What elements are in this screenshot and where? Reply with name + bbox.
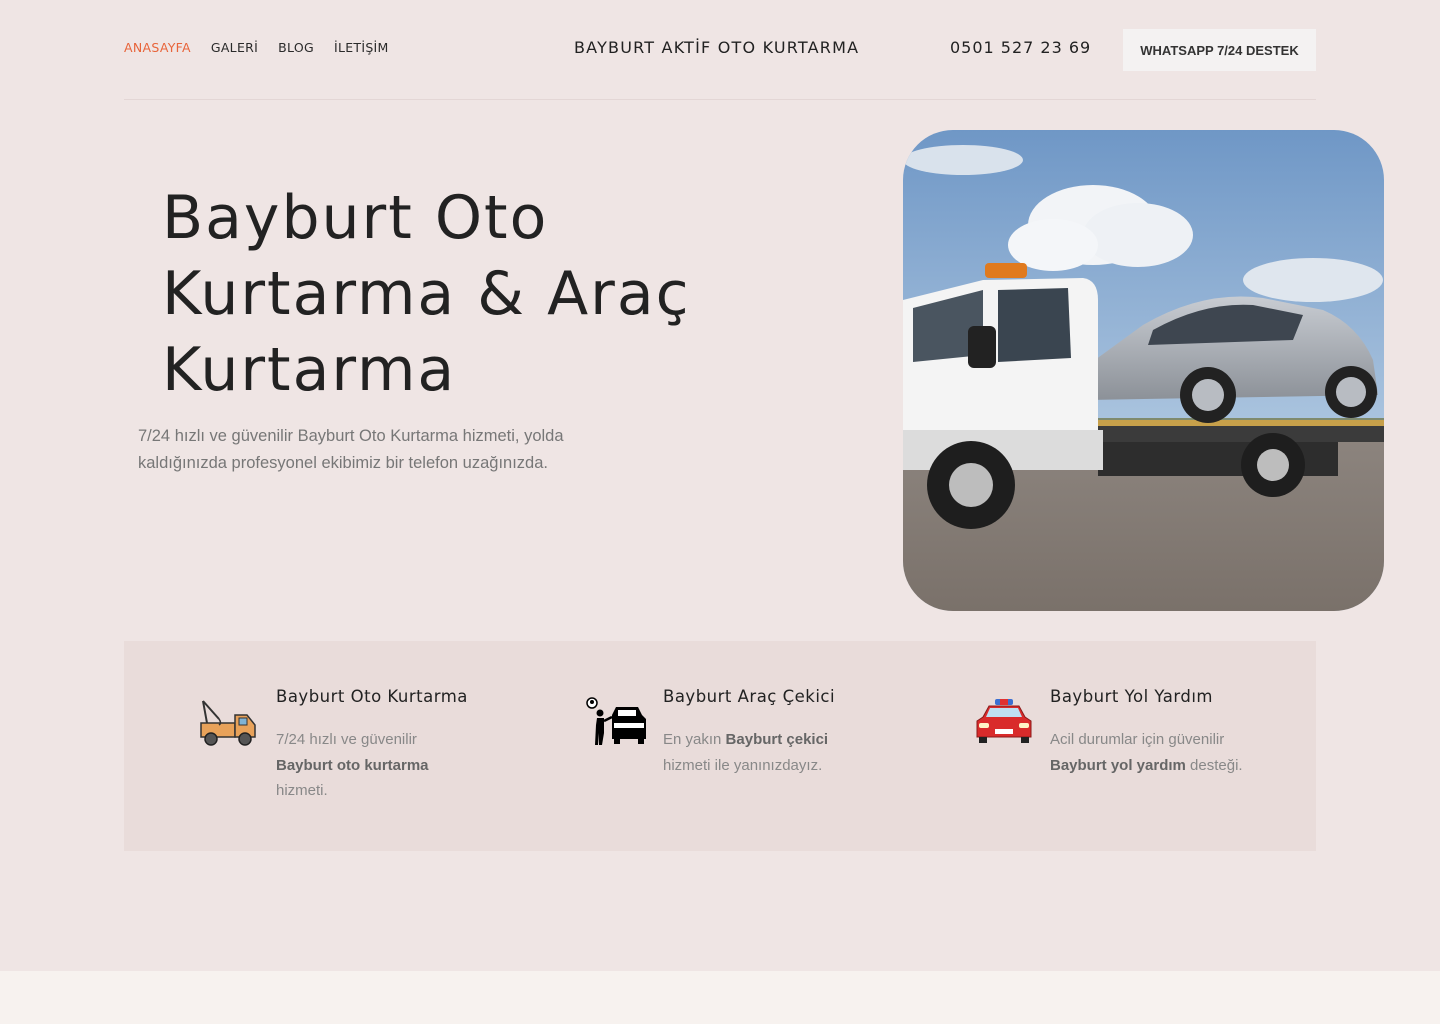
nav-item-blog[interactable]: BLOG bbox=[278, 40, 314, 55]
feature-desc-post: hizmeti. bbox=[276, 782, 328, 799]
site-brand[interactable]: BAYBURT AKTİF OTO KURTARMA bbox=[574, 38, 859, 57]
main-nav: ANASAYFA GALERİ BLOG İLETİŞİM bbox=[124, 40, 389, 55]
nav-item-home[interactable]: ANASAYFA bbox=[124, 40, 191, 55]
hero-title-line-2: Kurtarma & Araç bbox=[162, 259, 691, 329]
hero-title-line-1: Bayburt Oto bbox=[162, 183, 549, 253]
next-section-strip bbox=[0, 971, 1440, 1024]
hero-title: Bayburt Oto Kurtarma & Araç Kurtarma bbox=[162, 180, 782, 408]
feature-desc-post: hizmeti ile yanınızdayız. bbox=[663, 756, 823, 774]
nav-item-gallery[interactable]: GALERİ bbox=[211, 40, 258, 55]
hero-title-line-3: Kurtarma bbox=[162, 335, 457, 405]
feature-desc-pre: 7/24 hızlı ve güvenilir bbox=[276, 731, 417, 748]
tow-truck-icon bbox=[200, 700, 256, 746]
feature-description: Acil durumlar için güvenilir Bayburt yol… bbox=[1050, 727, 1250, 778]
feature-description: En yakın Bayburt çekici hizmeti ile yanı… bbox=[663, 727, 863, 778]
feature-desc-bold: Bayburt oto kurtarma bbox=[276, 756, 429, 774]
car-driver-icon bbox=[586, 697, 646, 745]
feature-desc-bold: Bayburt yol yardım bbox=[1050, 756, 1186, 774]
site-header: ANASAYFA GALERİ BLOG İLETİŞİM BAYBURT AK… bbox=[124, 0, 1316, 100]
feature-desc-bold: Bayburt çekici bbox=[725, 731, 829, 748]
nav-item-contact[interactable]: İLETİŞİM bbox=[334, 40, 389, 55]
feature-title: Bayburt Oto Kurtarma bbox=[276, 687, 468, 706]
feature-desc-post: desteği. bbox=[1185, 756, 1243, 774]
feature-desc-pre: En yakın bbox=[663, 731, 726, 748]
feature-desc-pre: Acil durumlar için güvenilir bbox=[1050, 731, 1225, 748]
hero-tow-truck-image bbox=[903, 130, 1384, 611]
feature-title: Bayburt Araç Çekici bbox=[663, 687, 836, 706]
phone-number[interactable]: 0501 527 23 69 bbox=[950, 38, 1091, 57]
features-panel: Bayburt Oto Kurtarma 7/24 hızlı ve güven… bbox=[124, 641, 1316, 851]
feature-description: 7/24 hızlı ve güvenilir Bayburt oto kurt… bbox=[276, 727, 476, 804]
emergency-car-icon bbox=[976, 699, 1032, 743]
whatsapp-support-button[interactable]: WHATSAPP 7/24 DESTEK bbox=[1123, 29, 1316, 71]
hero-subtitle: 7/24 hızlı ve güvenilir Bayburt Oto Kurt… bbox=[138, 427, 564, 472]
feature-title: Bayburt Yol Yardım bbox=[1050, 687, 1213, 706]
